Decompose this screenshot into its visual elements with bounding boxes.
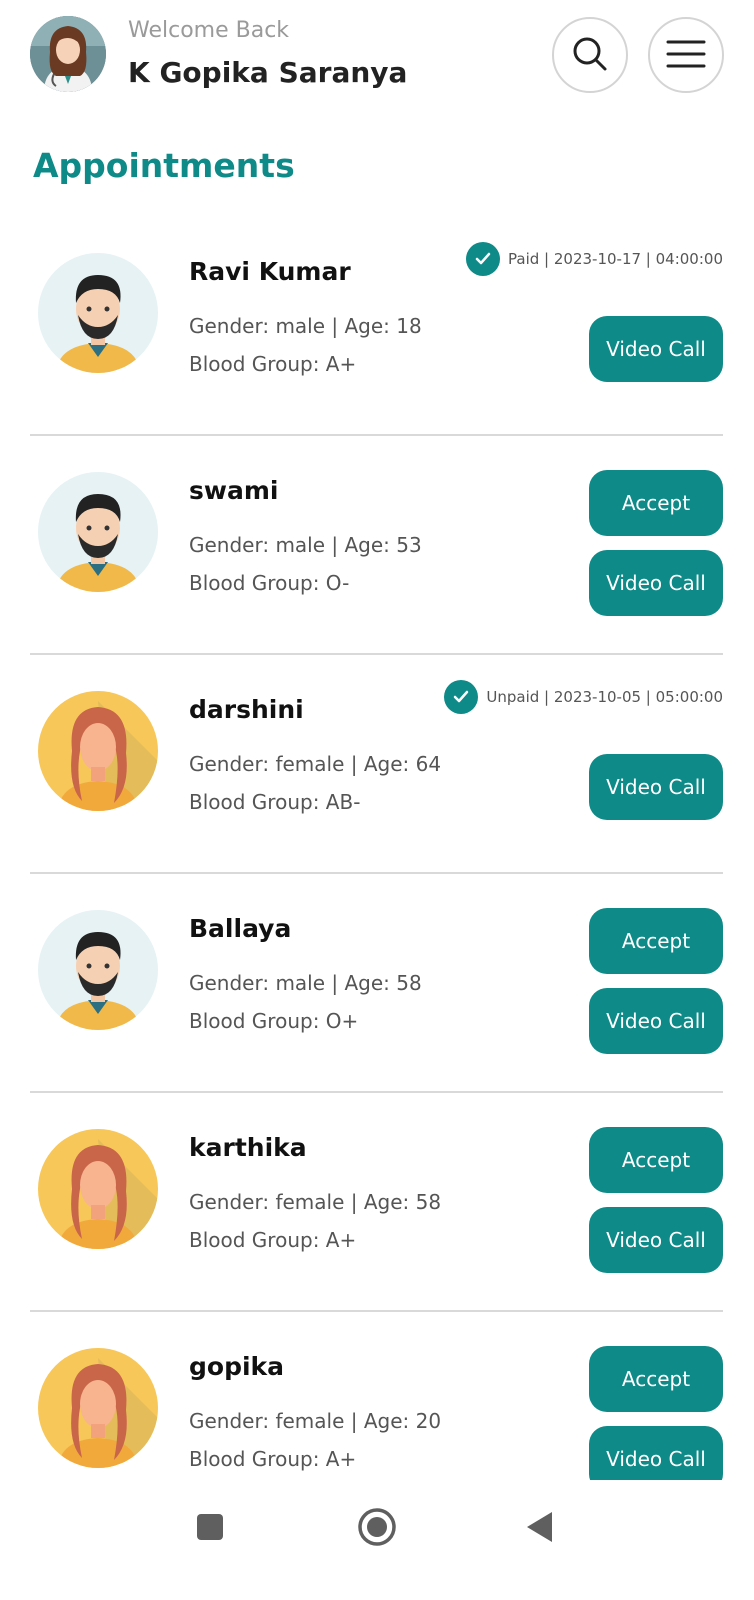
page-title: Appointments <box>33 146 295 185</box>
patient-name: swami <box>189 476 279 505</box>
appointment-row: Ravi Kumar Gender: male | Age: 18 Blood … <box>30 217 723 436</box>
search-button[interactable] <box>552 17 628 93</box>
patient-gender-age: Gender: female | Age: 20 <box>189 1409 442 1433</box>
patient-name: Ballaya <box>189 914 292 943</box>
patient-name: karthika <box>189 1133 307 1162</box>
video-call-button[interactable]: Video Call <box>589 754 723 820</box>
accept-button[interactable]: Accept <box>589 1346 723 1412</box>
patient-name: Ravi Kumar <box>189 257 351 286</box>
patient-avatar-male <box>38 472 158 592</box>
patient-blood-group: Blood Group: O+ <box>189 1009 359 1033</box>
patient-gender-age: Gender: male | Age: 18 <box>189 314 422 338</box>
check-icon <box>466 242 501 276</box>
accept-button[interactable]: Accept <box>589 470 723 536</box>
app-header: Welcome Back K Gopika Saranya <box>0 0 754 110</box>
accept-button[interactable]: Accept <box>589 1127 723 1193</box>
appointment-row: darshini Gender: female | Age: 64 Blood … <box>30 655 723 874</box>
home-button[interactable] <box>352 1504 402 1554</box>
payment-status-text: Paid | 2023-10-17 | 04:00:00 <box>508 250 723 268</box>
recents-square-icon <box>195 1512 225 1546</box>
appointment-row: swami Gender: male | Age: 53 Blood Group… <box>30 436 723 655</box>
user-name: K Gopika Saranya <box>128 56 408 89</box>
home-circle-icon <box>357 1507 397 1551</box>
video-call-button[interactable]: Video Call <box>589 550 723 616</box>
patient-avatar-female <box>38 1129 158 1249</box>
patient-blood-group: Blood Group: AB- <box>189 790 361 814</box>
recents-button[interactable] <box>185 1504 235 1554</box>
welcome-text: Welcome Back <box>128 18 290 43</box>
accept-button[interactable]: Accept <box>589 908 723 974</box>
menu-button[interactable] <box>648 17 724 93</box>
system-nav-bar <box>0 1480 754 1600</box>
appointment-row: Ballaya Gender: male | Age: 58 Blood Gro… <box>30 874 723 1093</box>
video-call-button[interactable]: Video Call <box>589 1207 723 1273</box>
doctor-avatar[interactable] <box>30 16 106 92</box>
payment-status: Unpaid | 2023-10-05 | 05:00:00 <box>444 679 723 715</box>
patient-blood-group: Blood Group: A+ <box>189 1447 357 1471</box>
appointment-list: Ravi Kumar Gender: male | Age: 18 Blood … <box>30 217 723 1531</box>
payment-status-text: Unpaid | 2023-10-05 | 05:00:00 <box>486 688 723 706</box>
back-triangle-icon <box>524 1510 554 1548</box>
patient-name: gopika <box>189 1352 285 1381</box>
check-icon <box>444 680 479 714</box>
patient-avatar-female <box>38 1348 158 1468</box>
patient-blood-group: Blood Group: A+ <box>189 352 357 376</box>
patient-blood-group: Blood Group: O- <box>189 571 350 595</box>
search-icon <box>571 35 609 76</box>
patient-avatar-male <box>38 910 158 1030</box>
payment-status: Paid | 2023-10-17 | 04:00:00 <box>466 241 723 277</box>
patient-gender-age: Gender: female | Age: 64 <box>189 752 442 776</box>
patient-gender-age: Gender: male | Age: 58 <box>189 971 422 995</box>
patient-blood-group: Blood Group: A+ <box>189 1228 357 1252</box>
menu-icon <box>666 38 706 73</box>
patient-avatar-male <box>38 253 158 373</box>
video-call-button[interactable]: Video Call <box>589 316 723 382</box>
back-button[interactable] <box>514 1504 564 1554</box>
patient-avatar-female <box>38 691 158 811</box>
video-call-button[interactable]: Video Call <box>589 988 723 1054</box>
appointment-row: karthika Gender: female | Age: 58 Blood … <box>30 1093 723 1312</box>
patient-gender-age: Gender: female | Age: 58 <box>189 1190 442 1214</box>
patient-name: darshini <box>189 695 304 724</box>
patient-gender-age: Gender: male | Age: 53 <box>189 533 422 557</box>
